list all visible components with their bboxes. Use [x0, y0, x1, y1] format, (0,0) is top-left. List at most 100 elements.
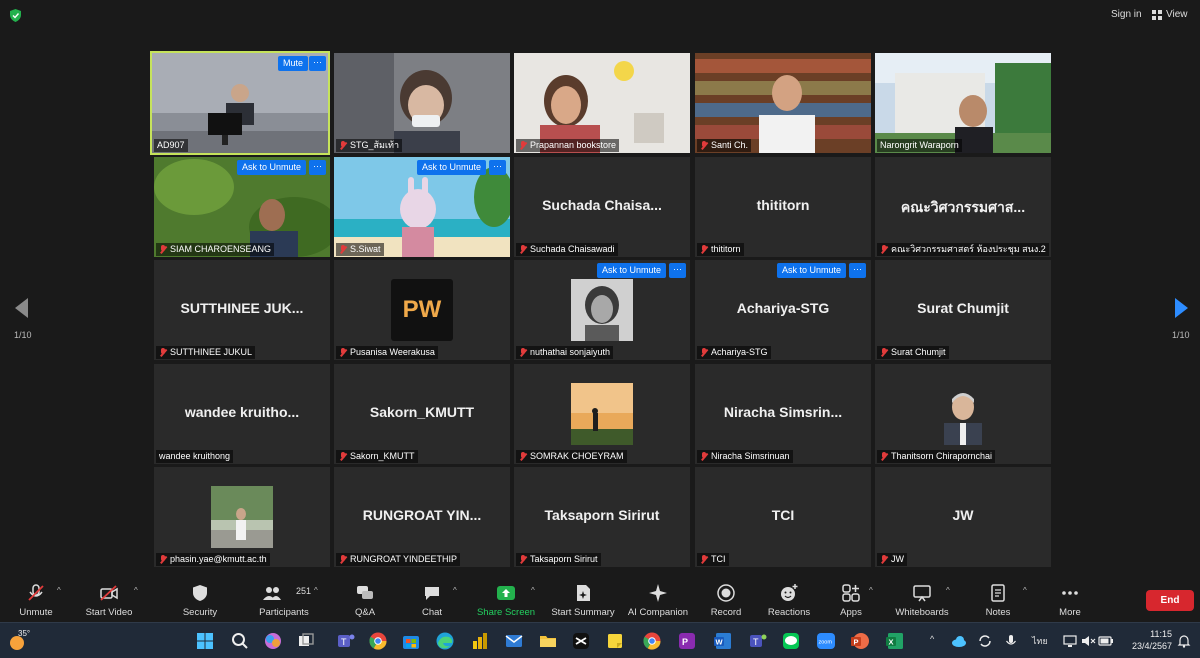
video-tile[interactable]: RUNGROAT YIN... RUNGROAT YINDEETHIP [334, 467, 510, 567]
mute-button[interactable]: Mute [278, 56, 309, 71]
microphone-tray-icon[interactable] [1003, 633, 1019, 649]
file-explorer-icon[interactable] [538, 631, 558, 651]
video-tile[interactable]: Ask to Unmute ··· SIAM CHAROENSEANG [154, 157, 330, 257]
video-tile[interactable]: Thanitsorn Chirapornchai [875, 364, 1051, 464]
view-button[interactable]: View [1152, 6, 1188, 24]
video-tile[interactable]: Suchada Chaisa... Suchada Chaisawadi [514, 157, 690, 257]
video-tile[interactable]: thititorn thititorn [695, 157, 871, 257]
teams-icon[interactable]: T [336, 631, 356, 651]
video-tile[interactable]: SUTTHINEE JUK... SUTTHINEE JUKUL [154, 260, 330, 360]
more-options-button[interactable]: ··· [849, 263, 866, 278]
outlook-mail-icon[interactable] [504, 631, 524, 651]
power-bi-icon[interactable] [470, 631, 490, 651]
apps-options-caret-icon[interactable]: ^ [869, 586, 877, 595]
chrome-profile-icon[interactable] [642, 631, 662, 651]
more-options-button[interactable]: ··· [309, 56, 326, 71]
ask-to-unmute-button[interactable]: Ask to Unmute [777, 263, 847, 278]
teams-classic-icon[interactable]: T [748, 631, 768, 651]
excel-icon[interactable]: X [885, 631, 905, 651]
zoom-icon[interactable]: zoom [816, 631, 836, 651]
chrome-icon[interactable] [368, 631, 388, 651]
video-tile[interactable]: Sakorn_KMUTT Sakorn_KMUTT [334, 364, 510, 464]
more-options-button[interactable]: ··· [309, 160, 326, 175]
ask-to-unmute-button[interactable]: Ask to Unmute [597, 263, 667, 278]
video-camera-off-icon [100, 585, 118, 601]
participants-options-caret-icon[interactable]: ^ [314, 586, 322, 595]
end-meeting-button[interactable]: End [1146, 590, 1194, 611]
ai-companion-button[interactable]: AI Companion [626, 578, 690, 622]
whiteboards-button[interactable]: Whiteboards [890, 578, 954, 622]
video-tile[interactable]: JW JW [875, 467, 1051, 567]
video-tile[interactable]: Ask to Unmute ··· S.Siwat [334, 157, 510, 257]
reactions-button[interactable]: Reactions [764, 578, 814, 622]
powerpoint-icon[interactable]: P [850, 631, 870, 651]
video-tile[interactable]: SOMRAK CHOEYRAM [514, 364, 690, 464]
video-tile[interactable]: Prapannan bookstore [514, 53, 690, 153]
video-tile[interactable]: Surat Chumjit Surat Chumjit [875, 260, 1051, 360]
windows-start-icon[interactable] [195, 631, 215, 651]
video-tile[interactable]: Narongrit Waraporn [875, 53, 1051, 153]
svg-text:W: W [716, 638, 724, 647]
start-summary-button[interactable]: Start Summary [549, 578, 617, 622]
show-hidden-icons-chevron-icon[interactable]: ^ [930, 634, 934, 644]
participant-name: JW [877, 553, 907, 566]
share-options-caret-icon[interactable]: ^ [531, 586, 539, 595]
notes-options-caret-icon[interactable]: ^ [1023, 586, 1031, 595]
video-tile[interactable]: คณะวิศวกรรมศาส... คณะวิศวกรรมศาสตร์ ห้อง… [875, 157, 1051, 257]
participant-video [514, 53, 690, 153]
apps-button[interactable]: Apps [834, 578, 868, 622]
video-tile[interactable]: Niracha Simsrin... Niracha Simsrinuan [695, 364, 871, 464]
pdf-editor-icon[interactable]: P [677, 631, 697, 651]
video-tile[interactable]: Ask to Unmute ··· nuthathai sonjaiyuth [514, 260, 690, 360]
copilot-icon[interactable] [263, 631, 283, 651]
network-icon[interactable] [1062, 633, 1078, 649]
edge-icon[interactable] [435, 631, 455, 651]
record-button[interactable]: Record [706, 578, 746, 622]
chat-options-caret-icon[interactable]: ^ [453, 586, 461, 595]
notification-bell-icon[interactable] [1176, 633, 1192, 649]
search-icon[interactable] [230, 631, 250, 651]
sync-icon[interactable] [977, 633, 993, 649]
system-clock[interactable]: 11:15 23/4/2567 [1132, 628, 1172, 652]
participants-button[interactable]: 251 Participants [255, 578, 313, 622]
chat-button[interactable]: Chat [414, 578, 450, 622]
shield-icon[interactable] [9, 9, 22, 22]
more-options-button[interactable]: ··· [669, 263, 686, 278]
capcut-icon[interactable] [571, 631, 591, 651]
video-tile[interactable]: phasin.yae@kmutt.ac.th [154, 467, 330, 567]
video-tile[interactable]: Santi Ch. [695, 53, 871, 153]
sign-in-button[interactable]: Sign in [1103, 6, 1150, 24]
previous-page-arrow-icon[interactable] [15, 298, 28, 318]
volume-muted-icon[interactable] [1080, 633, 1096, 649]
video-options-caret-icon[interactable]: ^ [134, 586, 142, 595]
battery-icon[interactable] [1098, 633, 1114, 649]
more-button[interactable]: More [1050, 578, 1090, 622]
video-tile[interactable]: Mute ··· AD907 [150, 51, 330, 155]
sticky-notes-icon[interactable] [605, 631, 625, 651]
input-language-indicator[interactable]: ไทย [1032, 634, 1048, 648]
video-tile[interactable]: Taksaporn Sirirut Taksaporn Sirirut [514, 467, 690, 567]
next-page-arrow-icon[interactable] [1175, 298, 1188, 318]
onedrive-cloud-icon[interactable] [951, 633, 967, 649]
video-tile[interactable]: TCI TCI [695, 467, 871, 567]
whiteboards-options-caret-icon[interactable]: ^ [946, 586, 954, 595]
participant-display-name: Sakorn_KMUTT [369, 404, 475, 420]
line-app-icon[interactable] [781, 631, 801, 651]
video-tile[interactable]: PW Pusanisa Weerakusa [334, 260, 510, 360]
ask-to-unmute-button[interactable]: Ask to Unmute [417, 160, 487, 175]
notes-button[interactable]: Notes [980, 578, 1016, 622]
video-tile[interactable]: wandee kruitho... wandee kruithong [154, 364, 330, 464]
audio-options-caret-icon[interactable]: ^ [57, 586, 65, 595]
unmute-button[interactable]: Unmute [12, 578, 60, 622]
share-screen-button[interactable]: Share Screen [476, 578, 536, 622]
more-options-button[interactable]: ··· [489, 160, 506, 175]
start-video-button[interactable]: Start Video [80, 578, 138, 622]
microsoft-store-icon[interactable] [401, 631, 421, 651]
task-view-icon[interactable] [296, 631, 316, 651]
word-icon[interactable]: W [713, 631, 733, 651]
video-tile[interactable]: Achariya-STG Ask to Unmute ··· Achariya-… [695, 260, 871, 360]
video-tile[interactable]: STG_ส้มเท้า [334, 53, 510, 153]
ask-to-unmute-button[interactable]: Ask to Unmute [237, 160, 307, 175]
qa-button[interactable]: Q&A [345, 578, 385, 622]
security-button[interactable]: Security [176, 578, 224, 622]
